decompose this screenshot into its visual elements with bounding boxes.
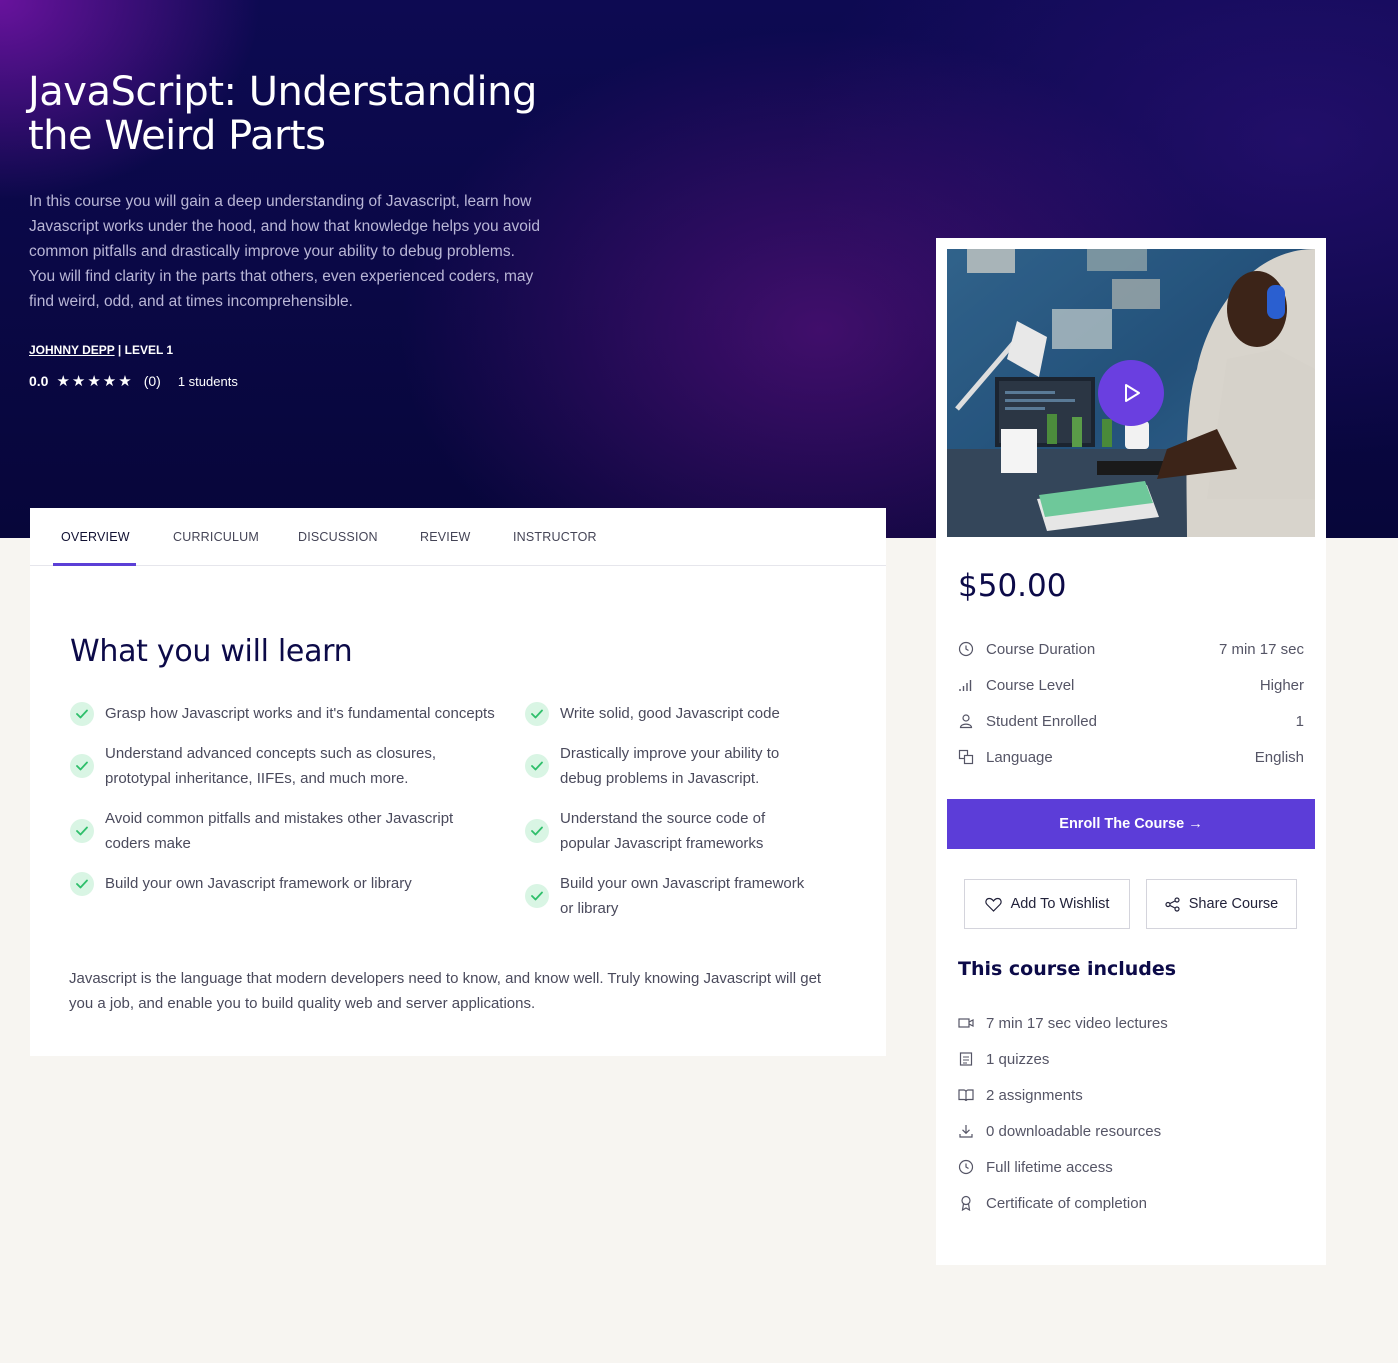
course-title: JavaScript: Understanding the Weird Part… xyxy=(28,69,537,159)
tab-overview[interactable]: OVERVIEW xyxy=(61,508,130,566)
tab-discussion[interactable]: DISCUSSION xyxy=(298,508,378,566)
learn-section-title: What you will learn xyxy=(70,634,353,669)
check-icon xyxy=(525,884,549,908)
tab-instructor[interactable]: INSTRUCTOR xyxy=(513,508,597,566)
learn-item: Write solid, good Javascript code xyxy=(525,701,825,726)
download-icon xyxy=(958,1123,974,1139)
include-label: 0 downloadable resources xyxy=(986,1122,1162,1140)
heart-icon xyxy=(984,897,1002,912)
include-item: Full lifetime access xyxy=(958,1155,1113,1179)
tab-curriculum[interactable]: CURRICULUM xyxy=(173,508,259,566)
learn-item: Build your own Javascript framework or l… xyxy=(70,871,480,896)
info-row-level: Course Level Higher xyxy=(958,673,1304,697)
level-bars-icon xyxy=(958,677,974,693)
learn-item-text: Understand the source code of popular Ja… xyxy=(560,810,766,852)
course-level: LEVEL 1 xyxy=(124,343,174,357)
check-icon xyxy=(70,871,94,896)
play-button[interactable] xyxy=(1098,360,1164,426)
include-label: Full lifetime access xyxy=(986,1158,1113,1176)
rating-stars-icon: ★★★★★ xyxy=(56,373,134,390)
check-icon xyxy=(525,701,549,726)
meta-separator: | xyxy=(114,343,125,357)
info-row-duration: Course Duration 7 min 17 sec xyxy=(958,637,1304,661)
students-icon xyxy=(958,713,974,729)
info-value: 1 xyxy=(1295,712,1304,730)
wishlist-label: Add To Wishlist xyxy=(1010,896,1110,912)
active-tab-indicator xyxy=(53,563,136,566)
rating-score: 0.0 xyxy=(29,373,49,389)
award-icon xyxy=(958,1195,974,1211)
include-item: 2 assignments xyxy=(958,1083,1083,1107)
enroll-button[interactable]: Enroll The Course → xyxy=(947,799,1315,849)
clock-icon xyxy=(958,1159,974,1175)
include-item: 0 downloadable resources xyxy=(958,1119,1161,1143)
includes-title: This course includes xyxy=(958,958,1177,980)
include-label: 2 assignments xyxy=(986,1086,1083,1104)
learn-item-text: Build your own Javascript framework or l… xyxy=(105,875,412,892)
info-label: Language xyxy=(986,748,1053,766)
check-icon xyxy=(70,819,94,843)
learn-item-text: Write solid, good Javascript code xyxy=(560,705,780,722)
check-icon xyxy=(525,819,549,843)
learn-item-text: Understand advanced concepts such as clo… xyxy=(105,745,437,787)
include-label: 1 quizzes xyxy=(986,1050,1050,1068)
info-label: Course Level xyxy=(986,676,1075,694)
info-row-language: Language English xyxy=(958,745,1304,769)
tab-review[interactable]: REVIEW xyxy=(420,508,471,566)
learn-summary: Javascript is the language that modern d… xyxy=(69,970,822,1012)
share-course-button[interactable]: Share Course xyxy=(1146,879,1297,929)
info-value: 7 min 17 sec xyxy=(1218,640,1304,658)
include-item: 1 quizzes xyxy=(958,1047,1049,1071)
quiz-icon xyxy=(958,1051,974,1067)
rating-row: 0.0 ★★★★★ (0) 1 students xyxy=(29,371,238,391)
learn-item: Understand the source code of popular Ja… xyxy=(525,806,787,856)
course-meta: JOHNNY DEPP | LEVEL 1 xyxy=(29,343,173,357)
learn-item-text: Avoid common pitfalls and mistakes other… xyxy=(105,810,454,852)
students-count: 1 students xyxy=(177,373,238,389)
check-icon xyxy=(525,754,549,778)
info-row-students: Student Enrolled 1 xyxy=(958,709,1304,733)
course-preview-video[interactable] xyxy=(947,249,1315,537)
course-tabs: OVERVIEW CURRICULUM DISCUSSION REVIEW IN… xyxy=(30,508,886,566)
learn-item: Avoid common pitfalls and mistakes other… xyxy=(70,806,480,856)
add-to-wishlist-button[interactable]: Add To Wishlist xyxy=(964,879,1130,929)
include-item: Certificate of completion xyxy=(958,1191,1147,1215)
include-label: Certificate of completion xyxy=(986,1194,1147,1212)
info-label: Student Enrolled xyxy=(986,712,1097,730)
play-icon xyxy=(1125,384,1140,402)
info-value: English xyxy=(1254,748,1304,766)
learn-item-text: Grasp how Javascript works and it's fund… xyxy=(105,705,495,722)
learn-item-text: Drastically improve your ability to debu… xyxy=(560,745,780,787)
share-label: Share Course xyxy=(1188,896,1279,912)
purchase-card: $50.00 Course Duration 7 min 17 sec Cour… xyxy=(936,238,1326,1265)
overview-card: OVERVIEW CURRICULUM DISCUSSION REVIEW IN… xyxy=(30,508,886,1056)
rating-count: (0) xyxy=(143,373,161,389)
learn-item: Grasp how Javascript works and it's fund… xyxy=(70,701,510,726)
check-icon xyxy=(70,754,94,778)
include-label: 7 min 17 sec video lectures xyxy=(986,1014,1168,1032)
learn-item: Understand advanced concepts such as clo… xyxy=(70,741,470,791)
video-icon xyxy=(958,1015,974,1031)
check-icon xyxy=(70,701,94,726)
language-icon xyxy=(958,749,974,765)
clock-icon xyxy=(958,641,974,657)
author-link[interactable]: JOHNNY DEPP xyxy=(29,343,115,357)
learn-item: Build your own Javascript framework or l… xyxy=(525,871,815,921)
include-item: 7 min 17 sec video lectures xyxy=(958,1011,1168,1035)
info-value: Higher xyxy=(1259,676,1304,694)
learn-item-text: Build your own Javascript framework or l… xyxy=(560,875,805,917)
info-label: Course Duration xyxy=(986,640,1096,658)
book-icon xyxy=(958,1087,974,1103)
learn-item: Drastically improve your ability to debu… xyxy=(525,741,797,791)
course-description: In this course you will gain a deep unde… xyxy=(29,193,540,310)
course-price: $50.00 xyxy=(958,568,1067,604)
share-icon xyxy=(1165,896,1180,912)
